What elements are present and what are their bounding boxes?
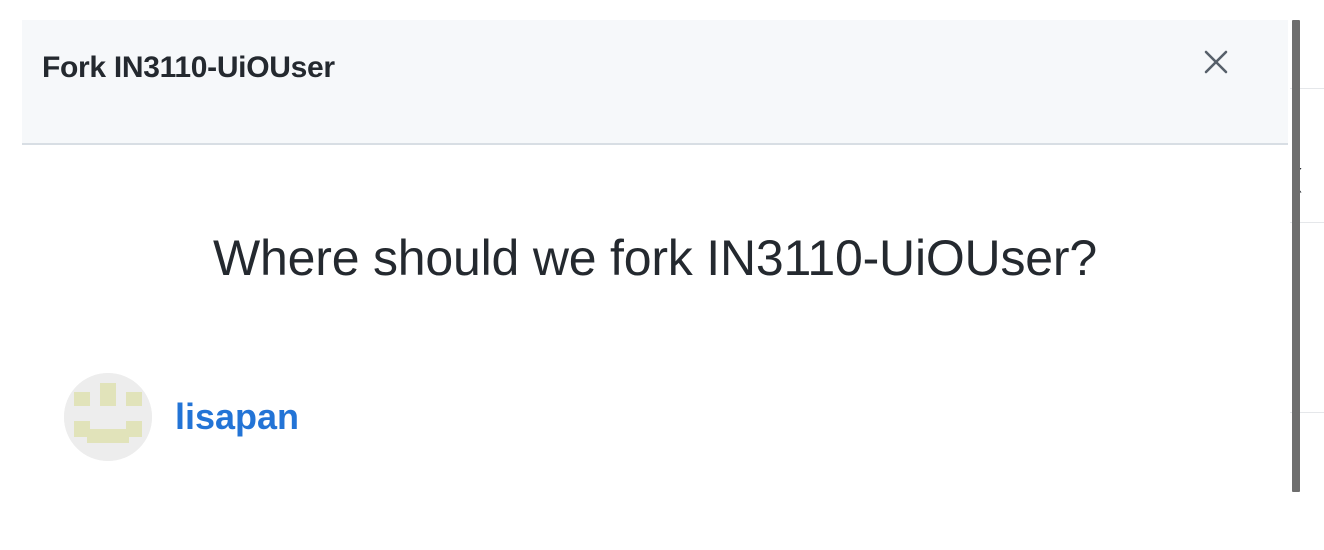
page: ( i Fork IN3110-UiOUser Where should we … <box>0 0 1324 550</box>
dialog-header: Fork IN3110-UiOUser <box>22 20 1288 145</box>
fork-dialog: Fork IN3110-UiOUser Where should we fork… <box>22 20 1288 550</box>
dialog-body: Where should we fork IN3110-UiOUser? lis… <box>22 145 1288 550</box>
scrollbar[interactable] <box>1292 20 1300 492</box>
owner-name-link[interactable]: lisapan <box>175 396 299 438</box>
identicon-avatar[interactable] <box>64 373 152 461</box>
dialog-title: Fork IN3110-UiOUser <box>42 51 335 84</box>
fork-question: Where should we fork IN3110-UiOUser? <box>213 230 1097 286</box>
owner-item-lisapan[interactable]: lisapan <box>64 373 299 461</box>
close-button[interactable] <box>1194 42 1238 86</box>
close-icon[interactable] <box>1203 49 1229 80</box>
